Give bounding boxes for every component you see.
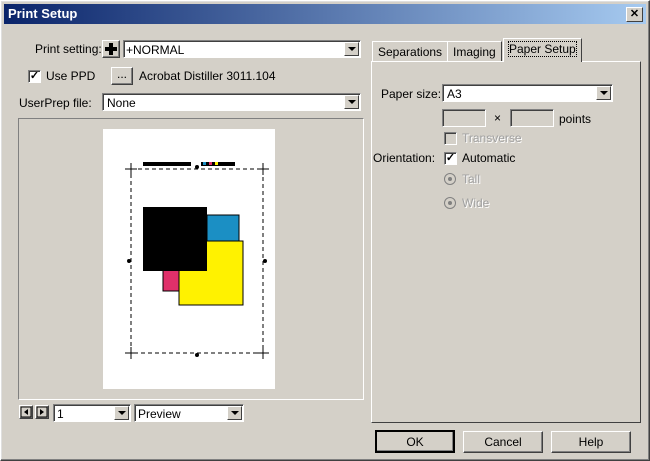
next-page-button[interactable]	[35, 405, 49, 419]
times-separator: ×	[494, 111, 502, 125]
automatic-checkbox[interactable]: ✓	[444, 152, 457, 165]
separation-preview-graphic	[125, 162, 269, 359]
page-number-select[interactable]: 1	[53, 404, 131, 422]
automatic-label: Automatic	[462, 151, 516, 165]
help-button[interactable]: Help	[551, 431, 631, 453]
cancel-button[interactable]: Cancel	[463, 431, 543, 453]
ok-button[interactable]: OK	[375, 430, 455, 453]
ppd-name: Acrobat Distiller 3011.104	[139, 69, 276, 83]
page-number-value: 1	[57, 407, 64, 421]
print-setting-label: Print setting:	[35, 42, 102, 56]
paper-sheet	[103, 129, 275, 389]
orientation-label: Orientation:	[373, 151, 436, 165]
ppd-browse-button[interactable]: ...	[111, 67, 133, 85]
previous-page-button[interactable]	[19, 405, 33, 419]
chevron-down-icon[interactable]	[344, 42, 359, 56]
dialog-title: Print Setup	[8, 6, 78, 21]
tab-paper-setup[interactable]: Paper Setup	[503, 38, 582, 62]
print-setup-dialog: Print Setup ✕ Print setting: +NORMAL ✓ U…	[0, 0, 650, 461]
wide-radio[interactable]	[444, 197, 456, 209]
close-icon[interactable]: ✕	[626, 7, 643, 22]
page-back-icon	[20, 406, 32, 418]
page-preview	[18, 118, 364, 400]
userprep-select[interactable]: None	[102, 93, 361, 111]
plus-icon	[105, 43, 117, 55]
tab-separations[interactable]: Separations	[372, 41, 449, 61]
userprep-label: UserPrep file:	[19, 96, 92, 110]
paper-height-field[interactable]	[510, 109, 554, 127]
tab-imaging-label: Imaging	[453, 45, 496, 59]
chevron-down-icon[interactable]	[344, 95, 359, 109]
userprep-value: None	[107, 96, 136, 110]
units-label: points	[559, 112, 592, 126]
paper-setup-panel	[371, 61, 641, 423]
paper-width-field[interactable]	[442, 109, 486, 127]
preview-mode-select[interactable]: Preview	[134, 404, 244, 422]
title-bar[interactable]: Print Setup ✕	[4, 4, 646, 24]
tab-separations-label: Separations	[378, 45, 443, 59]
print-setting-value: +NORMAL	[126, 43, 185, 57]
add-print-setting-button[interactable]	[102, 40, 120, 58]
tab-imaging[interactable]: Imaging	[447, 41, 502, 61]
print-setting-select[interactable]: +NORMAL	[123, 40, 361, 58]
paper-size-label: Paper size:	[381, 87, 442, 101]
tall-radio[interactable]	[444, 173, 456, 185]
chevron-down-icon[interactable]	[114, 406, 129, 420]
preview-mode-value: Preview	[138, 407, 181, 421]
use-ppd-checkbox[interactable]: ✓	[28, 70, 41, 83]
page-forward-icon	[36, 406, 48, 418]
tall-label: Tall	[462, 172, 481, 186]
paper-size-select[interactable]: A3	[442, 84, 613, 102]
paper-size-value: A3	[447, 87, 462, 101]
transverse-label: Transverse	[462, 131, 522, 145]
chevron-down-icon[interactable]	[596, 86, 611, 100]
wide-label: Wide	[462, 196, 490, 210]
transverse-checkbox[interactable]	[444, 132, 457, 145]
tab-paper-setup-label: Paper Setup	[508, 41, 577, 57]
chevron-down-icon[interactable]	[227, 406, 242, 420]
use-ppd-label: Use PPD	[46, 69, 96, 83]
